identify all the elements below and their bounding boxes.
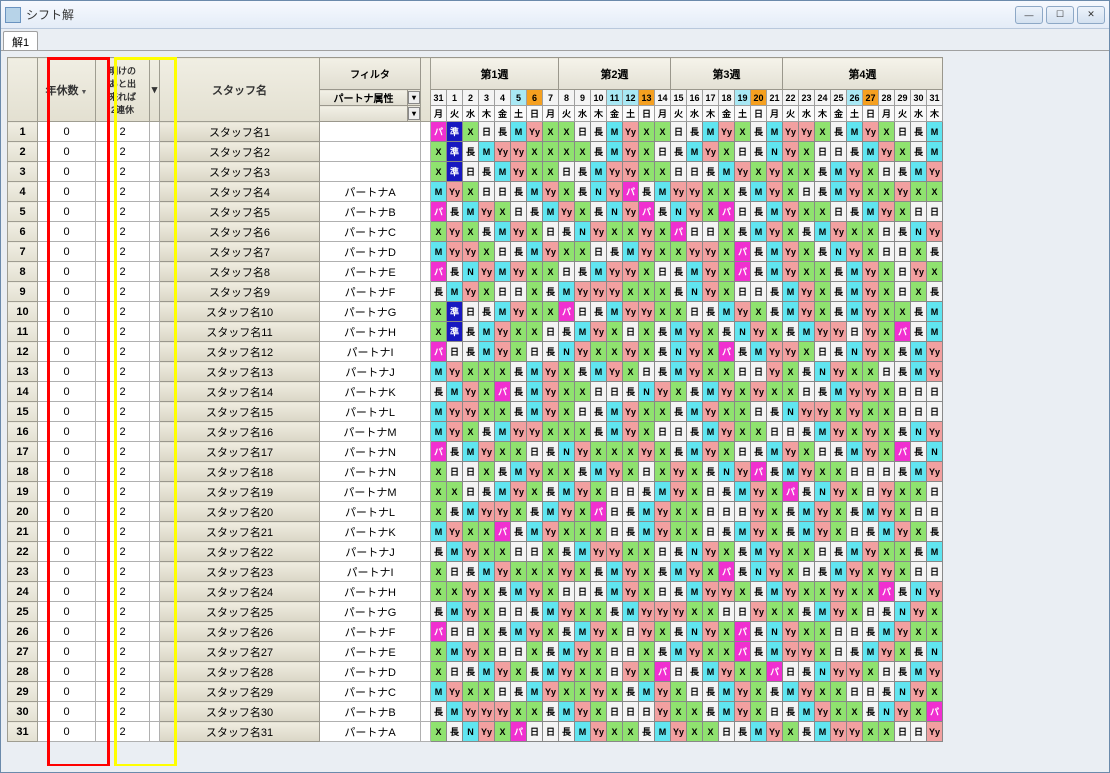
table-row[interactable]: 1902スタッフ名19パートナMXX日長MYyX長MYyX日日長MYyX日長MY… — [8, 482, 943, 502]
table-row[interactable]: 702スタッフ名7パートナDMYyYyX日長MYyXX日長MYyXXYyYyXパ… — [8, 242, 943, 262]
table-row[interactable]: 1702スタッフ名17パートナNパ長MYyXX日長NYyXXXYyX長MYyX日… — [8, 442, 943, 462]
table-row[interactable]: 1502スタッフ名15パートナLMYyYyXX長MYyX日長MYyXX長MYyX… — [8, 402, 943, 422]
table-row[interactable]: 602スタッフ名6パートナCXYyX長MYyX日長NYyXXYyXパ日日X長MY… — [8, 222, 943, 242]
table-row[interactable]: 2102スタッフ名21パートナKMYyXXパ長MYyXXX日長MYyXX日長MY… — [8, 522, 943, 542]
titlebar: シフト解 — ☐ ✕ — [1, 1, 1109, 29]
table-row[interactable]: 2002スタッフ名20パートナLX長MYyYyX長MYyXパ日長MYyXX日日日… — [8, 502, 943, 522]
table-row[interactable]: 2402スタッフ名24パートナHXXYyX長MYyX日日長MYyX日長MYyYy… — [8, 582, 943, 602]
table-row[interactable]: 1102スタッフ名11パートナHX準長MYyXX日長MYyX日X長MYyX長NY… — [8, 322, 943, 342]
close-button[interactable]: ✕ — [1077, 6, 1105, 24]
tab-bar: 解1 — [1, 29, 1109, 51]
table-row[interactable]: 2702スタッフ名27パートナEXMYyX日日X長MYyX日日X長MYyXXパ長… — [8, 642, 943, 662]
table-row[interactable]: 2202スタッフ名22パートナJ長MYyXX日日X長MYyYyXX日長NYyX長… — [8, 542, 943, 562]
table-row[interactable]: 502スタッフ名5パートナBパ長MYyX日長MYyX長NYyパ長NYyXパ日長M… — [8, 202, 943, 222]
table-row[interactable]: 3002スタッフ名30パートナB長MYyYyYyXX長MYyX日日日YyXX長M… — [8, 702, 943, 722]
table-row[interactable]: 2502スタッフ名25パートナG長MYyX日日長MYyXX長MYyYyYyXX日… — [8, 602, 943, 622]
shift-grid: 年休数▼明けの あと出 来れば 2連休▾スタッフ名フィルタ第1週第2週第3週第4… — [7, 57, 943, 742]
table-row[interactable]: 402スタッフ名4パートナAMYyX日日長MYyX長NYyパ長MYyYyXX長M… — [8, 182, 943, 202]
table-row[interactable]: 1602スタッフ名16パートナMMYyX長MYyYyXXX長MYyX日日長MYy… — [8, 422, 943, 442]
table-row[interactable]: 2902スタッフ名29パートナCMYyXX日長MYyXXYyX長MYyX日長MY… — [8, 682, 943, 702]
table-row[interactable]: 2802スタッフ名28パートナDX日長MYyX長MYyXX日YyXパ日長MYyX… — [8, 662, 943, 682]
grid-area[interactable]: 年休数▼明けの あと出 来れば 2連休▾スタッフ名フィルタ第1週第2週第3週第4… — [7, 57, 1103, 766]
table-row[interactable]: 102スタッフ名1パ準X日長MYyXX日長MYyXX日長MYyX長MYyYyX長… — [8, 122, 943, 142]
table-row[interactable]: 902スタッフ名9パートナF長MYyX日日X長MYyYyYyXXX長NYyX日日… — [8, 282, 943, 302]
table-row[interactable]: 1402スタッフ名14パートナK長MYyXパ長MYyXX日日長NYyX長MYyX… — [8, 382, 943, 402]
table-row[interactable]: 302スタッフ名3X準日長MYyXX日長MYyYyXX日日長MYyXYyXX長M… — [8, 162, 943, 182]
table-row[interactable]: 2302スタッフ名23パートナIX日長MYyXXXYyX長MYyX長MYyXパ長… — [8, 562, 943, 582]
app-window: シフト解 — ☐ ✕ 解1 年休数▼明けの あと出 来れば 2連休▾スタッフ名フ… — [0, 0, 1110, 773]
minimize-button[interactable]: — — [1015, 6, 1043, 24]
table-row[interactable]: 2602スタッフ名26パートナFパ日日X長MYyX長MYyX日YyX長NYyXパ… — [8, 622, 943, 642]
tab-solution1[interactable]: 解1 — [3, 31, 38, 50]
table-row[interactable]: 1802スタッフ名18パートナNX日日X長MYyXX長MYyX日XYyX長NYy… — [8, 462, 943, 482]
table-row[interactable]: 1202スタッフ名12パートナIパ日長MYyX日長NYyXXYyX長NYyXパ長… — [8, 342, 943, 362]
app-icon — [5, 7, 21, 23]
table-row[interactable]: 802スタッフ名8パートナEパ長NYyMYyXX日長MYyYyX日長MYyXパ長… — [8, 262, 943, 282]
table-row[interactable]: 1002スタッフ名10パートナGX準日長MYyXXパ日長MYyYyXX日長MYy… — [8, 302, 943, 322]
table-row[interactable]: 3102スタッフ名31パートナAX長NYyXパ日日長MYyXX長MYyXX日長M… — [8, 722, 943, 742]
table-row[interactable]: 1302スタッフ名13パートナJMYyXXX長MYyX長MYyX日長MYyXX日… — [8, 362, 943, 382]
window-title: シフト解 — [26, 6, 74, 23]
table-row[interactable]: 202スタッフ名2X準長MYyYyXXXX長MYyX日長MYyX日長NYyX日日… — [8, 142, 943, 162]
maximize-button[interactable]: ☐ — [1046, 6, 1074, 24]
